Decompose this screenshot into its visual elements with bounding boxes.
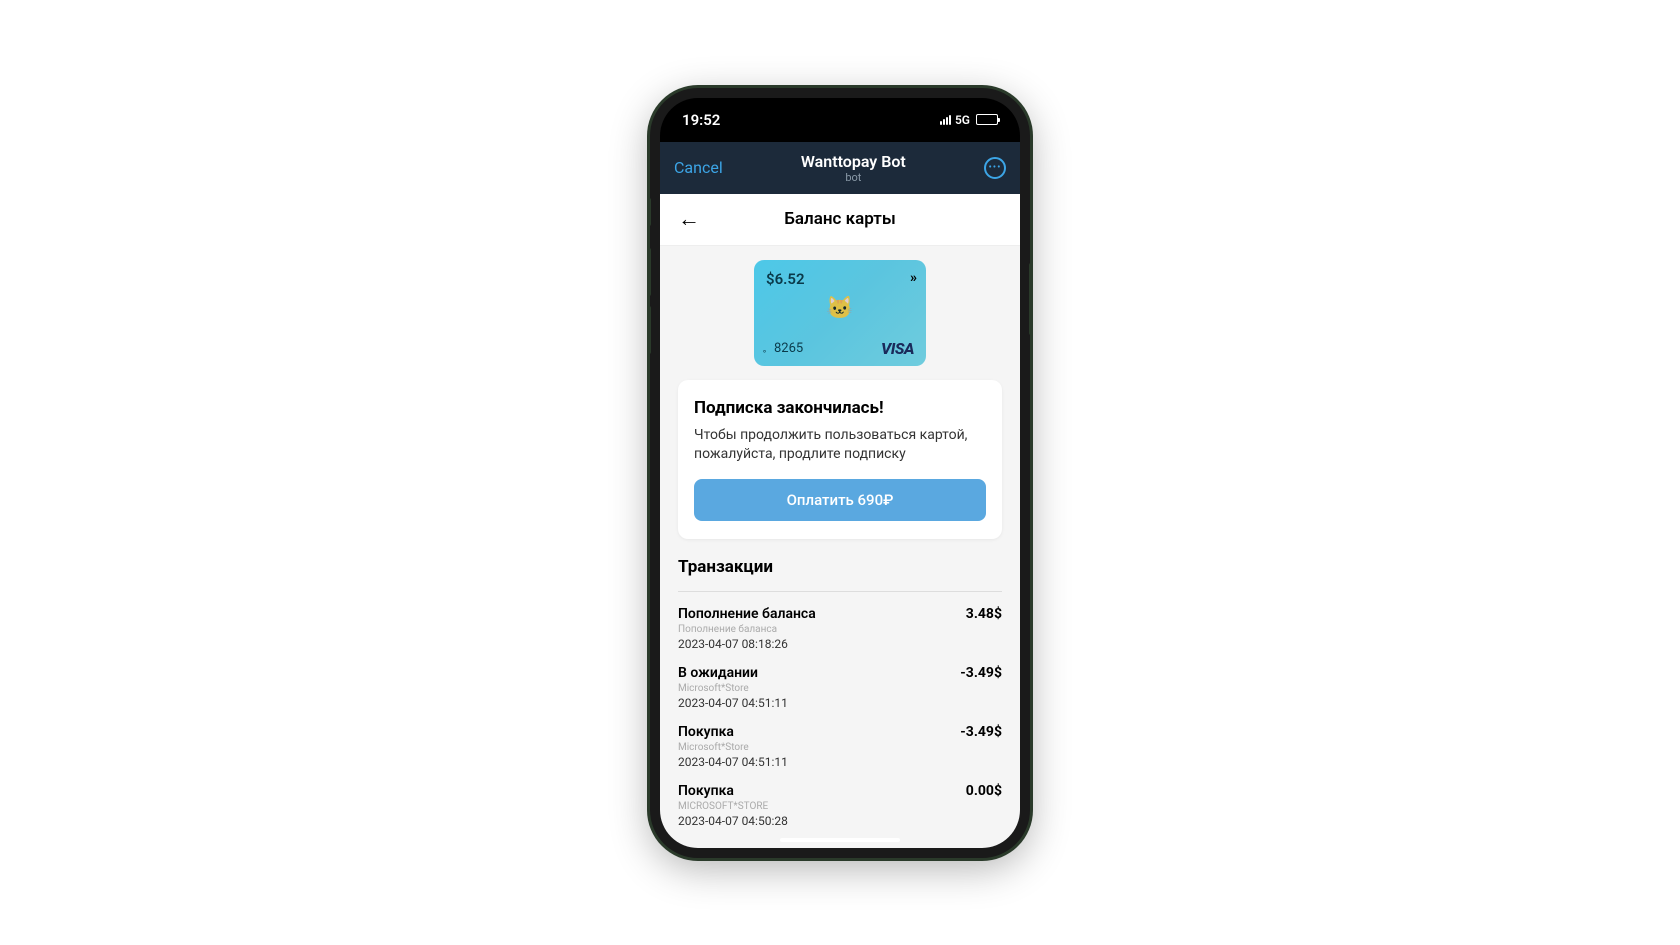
transaction-merchant: Microsoft*Store	[678, 742, 1002, 753]
transaction-date: 2023-04-07 08:18:26	[678, 637, 1002, 651]
transaction-name: Покупка	[678, 724, 734, 740]
transaction-name: Покупка	[678, 783, 734, 799]
transaction-row[interactable]: Покупка 0.00$ MICROSOFT*STORE 2023-04-07…	[678, 783, 1002, 828]
card-last4: 8265	[774, 341, 803, 356]
volume-up-button	[647, 248, 651, 296]
back-arrow-icon[interactable]: ←	[678, 206, 700, 232]
transactions-title: Транзакции	[678, 557, 1002, 577]
cancel-button[interactable]: Cancel	[674, 158, 723, 177]
transaction-amount: -3.49$	[960, 665, 1002, 681]
phone-screen: 19:52 5G Cancel Wanttopay Bot bot ••• ← …	[660, 98, 1020, 848]
pay-button[interactable]: Оплатить 690₽	[694, 479, 986, 521]
phone-frame: 19:52 5G Cancel Wanttopay Bot bot ••• ← …	[650, 88, 1030, 858]
notch	[770, 98, 910, 126]
transaction-amount: 0.00$	[966, 783, 1002, 799]
transaction-date: 2023-04-07 04:51:11	[678, 696, 1002, 710]
nav-subtitle: bot	[723, 171, 984, 184]
home-indicator[interactable]	[780, 838, 900, 842]
transaction-date: 2023-04-07 04:51:11	[678, 755, 1002, 769]
more-button[interactable]: •••	[984, 157, 1006, 179]
nav-bar: Cancel Wanttopay Bot bot •••	[660, 142, 1020, 194]
mute-switch	[647, 198, 651, 226]
transaction-amount: 3.48$	[966, 606, 1002, 622]
transaction-name: Пополнение баланса	[678, 606, 816, 622]
nav-title-block: Wanttopay Bot bot	[723, 152, 984, 184]
page-title: Баланс карты	[700, 209, 980, 229]
transaction-merchant: Пополнение баланса	[678, 624, 1002, 635]
transaction-name: В ожидании	[678, 665, 758, 681]
transaction-row[interactable]: Покупка -3.49$ Microsoft*Store 2023-04-0…	[678, 724, 1002, 769]
notice-text: Чтобы продолжить пользоваться картой, по…	[694, 426, 986, 465]
content-scroll[interactable]: ← Баланс карты $6.52 » 🐱 ∘ 8265 VISA Под…	[660, 194, 1020, 848]
power-button	[1029, 263, 1033, 335]
nav-title: Wanttopay Bot	[723, 152, 984, 171]
notice-title: Подписка закончилась!	[694, 398, 986, 418]
signal-icon	[940, 115, 951, 125]
transaction-amount: -3.49$	[960, 724, 1002, 740]
card-area: $6.52 » 🐱 ∘ 8265 VISA	[660, 246, 1020, 380]
status-time: 19:52	[682, 111, 720, 129]
transactions-section: Транзакции Пополнение баланса 3.48$ Попо…	[660, 557, 1020, 828]
divider	[678, 591, 1002, 592]
transaction-date: 2023-04-07 04:50:28	[678, 814, 1002, 828]
page-header: ← Баланс карты	[660, 194, 1020, 246]
battery-icon	[976, 114, 998, 125]
transaction-row[interactable]: Пополнение баланса 3.48$ Пополнение бала…	[678, 606, 1002, 651]
card-cat-icon: 🐱	[826, 296, 853, 321]
subscription-notice: Подписка закончилась! Чтобы продолжить п…	[678, 380, 1002, 539]
transaction-merchant: MICROSOFT*STORE	[678, 801, 1002, 812]
credit-card[interactable]: $6.52 » 🐱 ∘ 8265 VISA	[754, 260, 926, 366]
card-brand: VISA	[881, 339, 914, 358]
transaction-merchant: Microsoft*Store	[678, 683, 1002, 694]
card-balance: $6.52	[766, 270, 914, 288]
transaction-row[interactable]: В ожидании -3.49$ Microsoft*Store 2023-0…	[678, 665, 1002, 710]
status-right: 5G	[940, 113, 998, 127]
network-label: 5G	[955, 113, 970, 127]
volume-down-button	[647, 306, 651, 354]
card-dots-icon: ∘	[762, 347, 767, 356]
card-arrow-icon: »	[910, 270, 914, 286]
